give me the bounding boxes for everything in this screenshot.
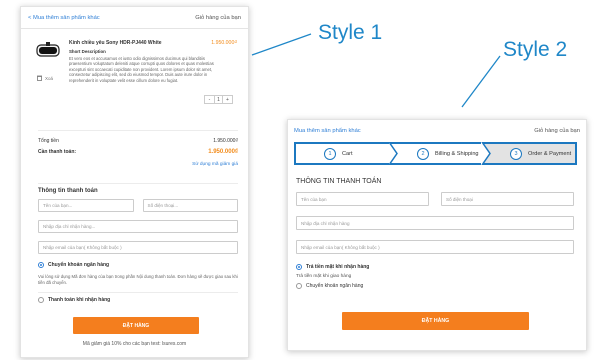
email-input[interactable]: Nhập email của bạn( Không bắt buộc ) <box>38 241 238 254</box>
style2-connector <box>461 55 501 108</box>
payment-option-cash-label: Trả tiền mặt khi nhận hàng <box>306 264 370 270</box>
vr-headset-image <box>36 42 60 57</box>
bank-transfer-note: Vui lòng sử dụng Mã đơn hàng của bạn tro… <box>38 272 238 293</box>
style2-label: Style 2 <box>503 38 568 61</box>
payment-option-cod-label: Thanh toán khi nhận hàng <box>48 297 111 303</box>
radio-unselected-icon[interactable] <box>38 297 44 303</box>
radio-selected-icon[interactable] <box>38 262 44 268</box>
step-billing-shipping[interactable]: 2 Billing & Shipping <box>389 142 491 165</box>
step-cart[interactable]: 1 Cart <box>296 142 398 165</box>
style1-checkout-card: < Mua thêm sản phẩm khác Giỏ hàng của bạ… <box>20 6 249 358</box>
place-order-button[interactable]: ĐẶT HÀNG <box>73 317 199 334</box>
payment-option-bank[interactable]: Chuyển khoản ngân hàng <box>38 262 238 268</box>
quantity-stepper[interactable]: - 1 + <box>204 95 233 104</box>
continue-shopping-link[interactable]: < Mua thêm sản phẩm khác <box>28 15 100 21</box>
style1-label: Style 1 <box>318 21 383 44</box>
step-label: Billing & Shipping <box>435 150 479 157</box>
total-value: 1.950.000₫ <box>213 137 238 144</box>
name-input[interactable]: Tên của bạn... <box>38 199 134 212</box>
payment-option-bank-label: Chuyển khoản ngân hàng <box>306 283 364 289</box>
use-coupon-link[interactable]: Sử dụng mã giảm giá <box>38 162 238 167</box>
qty-increment-button[interactable]: + <box>223 96 232 103</box>
delete-label: Xoá <box>45 75 54 81</box>
payment-option-bank[interactable]: Chuyển khoản ngân hàng <box>296 283 574 289</box>
continue-shopping-link[interactable]: Mua thêm sản phẩm khác <box>294 128 361 134</box>
delete-item-button[interactable]: Xoá <box>37 75 53 81</box>
billing-section-title: THÔNG TIN THANH TOÁN <box>296 178 382 185</box>
phone-input[interactable]: Số điện thoại <box>441 192 574 206</box>
trash-icon <box>37 75 42 81</box>
step-label: Order & Payment <box>528 150 572 157</box>
name-input[interactable]: Tên của bạn <box>296 192 429 206</box>
phone-input[interactable]: Số điện thoại... <box>142 199 238 212</box>
cart-title: Giỏ hàng của bạn <box>534 128 580 134</box>
payment-option-bank-label: Chuyển khoản ngân hàng <box>48 262 110 268</box>
cart-title: Giỏ hàng của bạn <box>195 14 241 21</box>
qty-value[interactable]: 1 <box>214 96 223 103</box>
email-input[interactable]: Nhập email của bạn( Không bắt buộc ) <box>296 240 574 254</box>
step-number: 1 <box>324 147 336 160</box>
amount-due-label: Cần thanh toán: <box>38 148 77 155</box>
product-price: 1.950.000₫ <box>211 40 237 46</box>
radio-unselected-icon[interactable] <box>296 283 302 289</box>
cart-product-item: Xoá Kính chiều yêu Sony HDR-PJ440 White … <box>31 37 243 117</box>
amount-due-value: 1.950.000₫ <box>208 148 238 155</box>
payment-option-cod[interactable]: Thanh toán khi nhận hàng <box>38 297 238 303</box>
address-input[interactable]: Nhập địa chỉ nhận hàng... <box>38 220 238 233</box>
style1-billing-form: Thông tin thanh toán Tên của bạn... Số đ… <box>38 183 238 307</box>
step-arrow-icon <box>481 142 491 165</box>
style2-billing-form: THÔNG TIN THANH TOÁN Tên của bạn Số điện… <box>296 178 574 292</box>
billing-section-title: Thông tin thanh toán <box>38 183 238 194</box>
product-desc-text: Et vero eos et accusamus et iusto odio d… <box>69 55 214 83</box>
step-number: 2 <box>417 147 429 160</box>
step-order-payment[interactable]: 3 Order & Payment <box>482 144 575 163</box>
step-number: 3 <box>510 147 522 160</box>
order-totals: Tổng tiền 1.950.000₫ Cần thanh toán: 1.9… <box>38 130 238 167</box>
qty-decrement-button[interactable]: - <box>205 96 214 103</box>
place-order-button[interactable]: ĐẶT HÀNG <box>342 312 529 330</box>
total-label: Tổng tiền <box>38 137 59 144</box>
step-label: Cart <box>342 150 353 157</box>
coupon-footnote: Mã giảm giá 10% cho các bạn test: lsures… <box>82 341 187 347</box>
payment-option-cash[interactable]: Trả tiền mặt khi nhận hàng <box>296 264 574 270</box>
style1-topbar: < Mua thêm sản phẩm khác Giỏ hàng của bạ… <box>21 7 248 29</box>
style2-topbar: Mua thêm sản phẩm khác Giỏ hàng của bạn <box>288 120 586 142</box>
style1-connector <box>251 33 312 56</box>
product-desc-title: Short Description <box>69 49 106 54</box>
radio-selected-icon[interactable] <box>296 264 302 270</box>
product-description: Short Description Et vero eos et accusam… <box>69 49 219 84</box>
style2-checkout-card: Mua thêm sản phẩm khác Giỏ hàng của bạn … <box>287 119 587 351</box>
address-input[interactable]: Nhập địa chỉ nhận hàng <box>296 216 574 230</box>
cash-subtext: Trả tiền mặt khi giao hàng <box>296 274 352 279</box>
step-arrow-icon <box>388 142 398 165</box>
product-name[interactable]: Kính chiều yêu Sony HDR-PJ440 White <box>69 40 162 46</box>
checkout-stepper: 1 Cart 2 Billing & Shipping 3 Order & Pa… <box>294 142 577 165</box>
